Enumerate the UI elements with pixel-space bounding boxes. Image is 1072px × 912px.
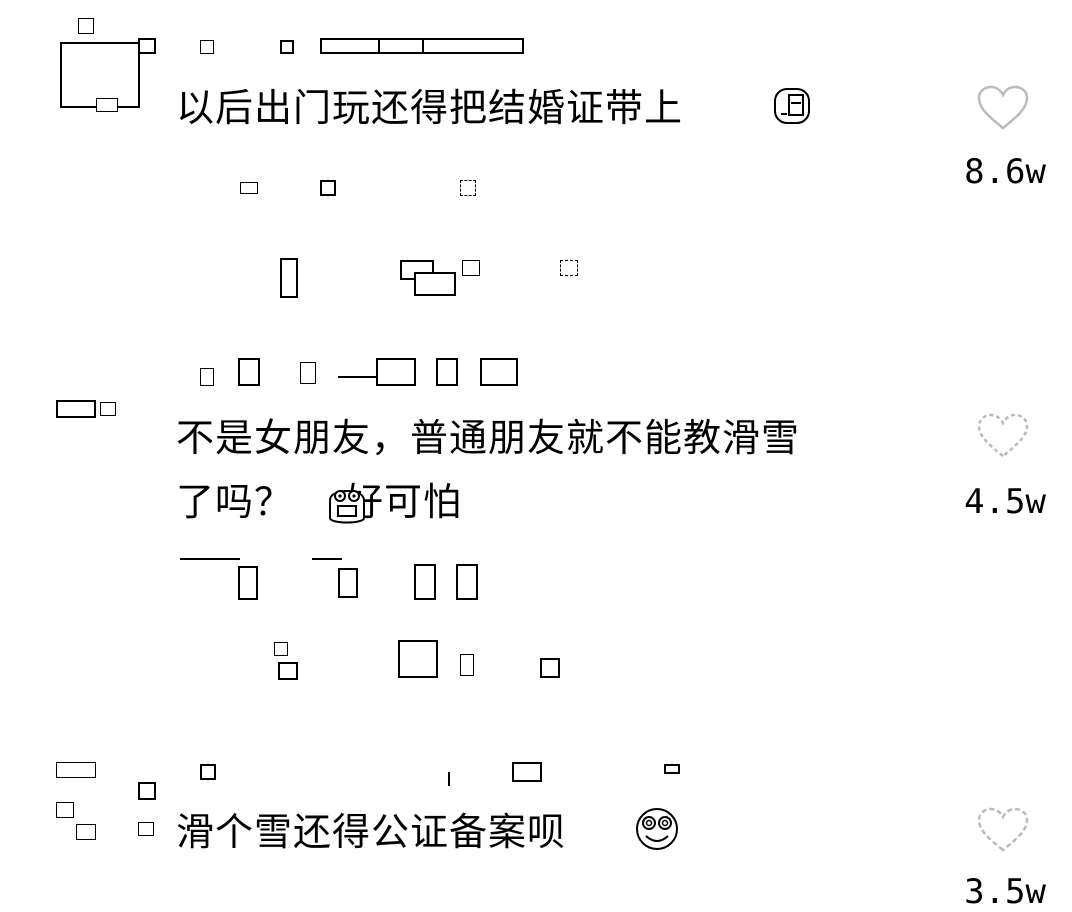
cover-face-emoji [774,88,810,124]
view-replies[interactable] [264,640,574,682]
heart-outline-icon[interactable] [976,84,1030,132]
like-count: 4.5w [964,482,1046,522]
dizzy-face-emoji [636,808,678,850]
like-count: 3.5w [964,872,1046,912]
username[interactable] [138,38,528,56]
comment-text: 滑个雪还得公证备案呗 [176,810,567,854]
heart-outline-icon[interactable] [976,806,1030,854]
comment-text: 以后出门玩还得把结婚证带上 [176,86,684,130]
comment-text: 不是女朋友，普通朋友就不能教滑雪 了吗？ 好可怕 [176,416,801,524]
scared-face-emoji [329,490,365,524]
avatar[interactable] [56,762,166,842]
heart-outline-icon[interactable] [976,412,1030,460]
comment-meta [236,176,496,200]
username[interactable] [196,760,696,786]
username[interactable] [196,352,526,388]
comment-meta [176,552,496,602]
avatar[interactable] [56,400,120,420]
view-replies[interactable] [276,256,596,300]
like-count: 8.6w [964,152,1046,192]
